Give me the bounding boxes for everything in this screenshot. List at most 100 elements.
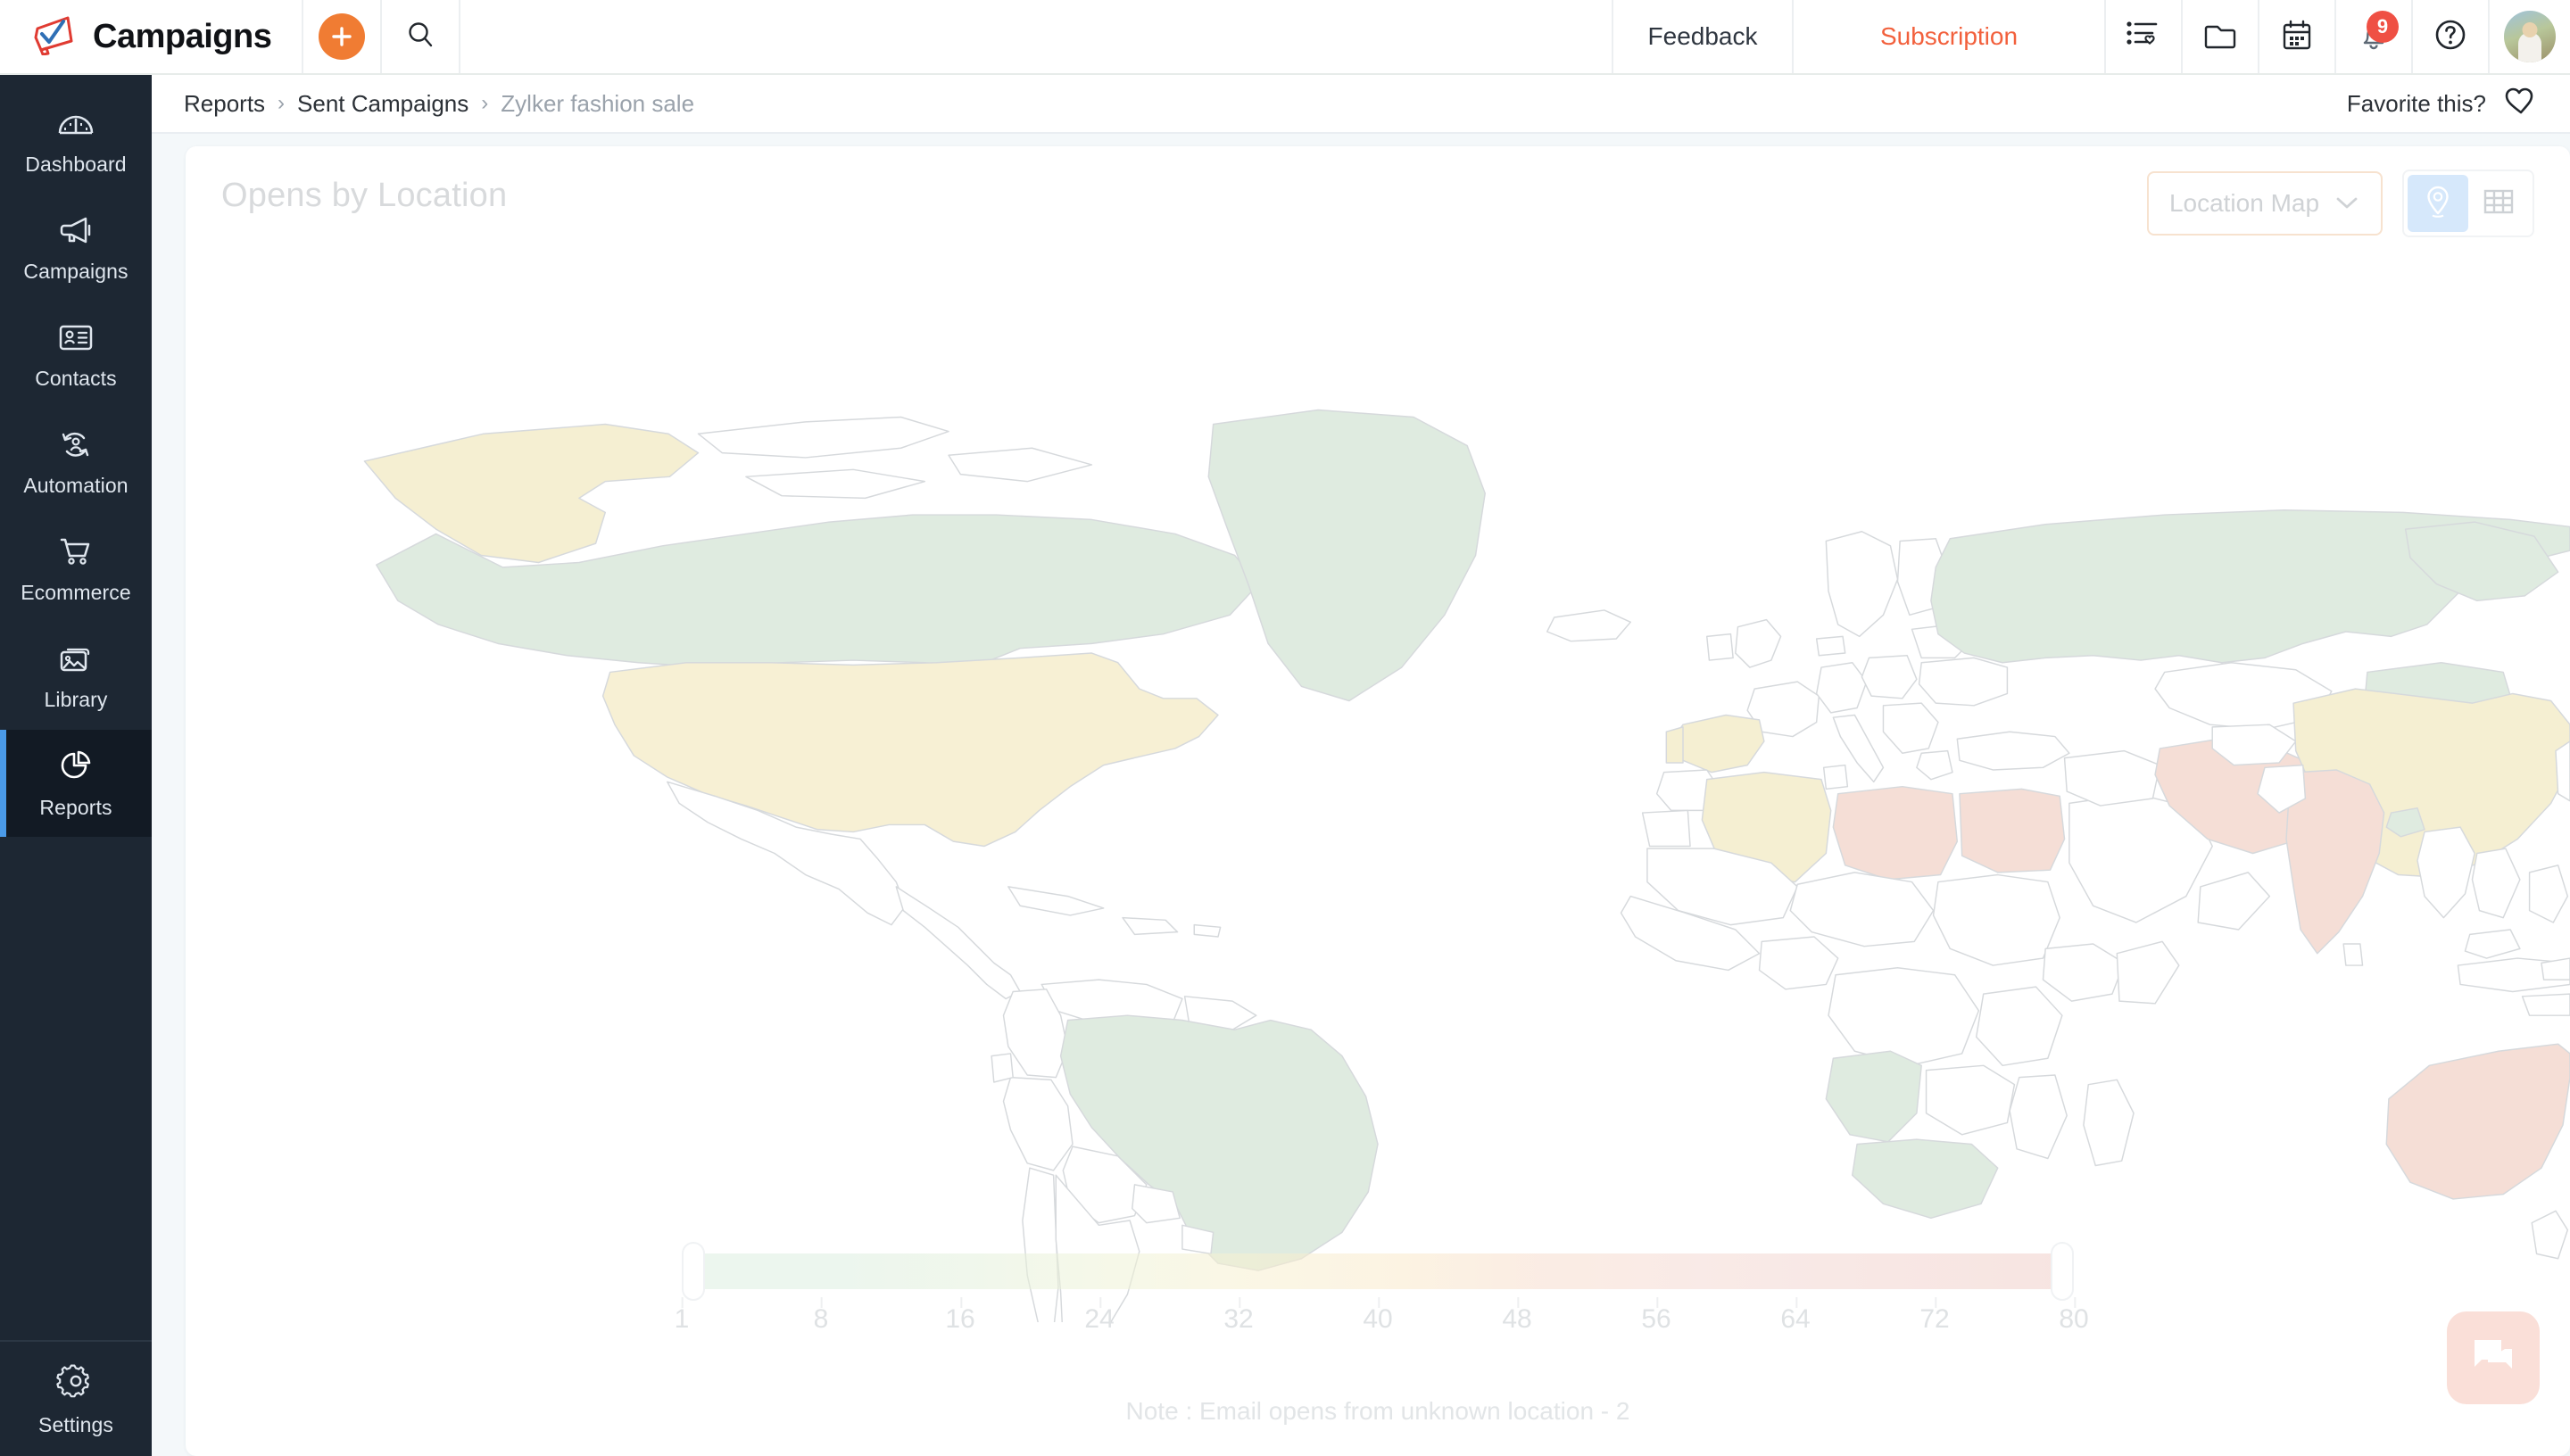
sidebar-item-dashboard[interactable]: Dashboard [0, 87, 152, 194]
region-germany [1815, 661, 1868, 714]
legend-tick-mark [1656, 1297, 1658, 1308]
breadcrumb-item-reports[interactable]: Reports [184, 90, 265, 118]
region-myanmar-thailand [2417, 826, 2475, 919]
sidebar-item-label: Reports [39, 795, 112, 819]
region-tunisia [1822, 764, 1849, 790]
feedback-link[interactable]: Feedback [1612, 0, 1792, 73]
region-spain [1670, 714, 1765, 774]
legend-tick: 72 [1919, 1297, 1950, 1335]
list-heart-icon [2126, 18, 2161, 56]
region-ecuador [991, 1053, 1014, 1083]
breadcrumb-item-current: Zylker fashion sale [501, 89, 695, 117]
region-puerto-rico [1193, 923, 1222, 938]
region-arctic-island-3 [948, 447, 1093, 483]
region-alaska [363, 423, 700, 564]
region-united-states [601, 652, 1219, 848]
avatar [2504, 11, 2556, 62]
table-view-toggle[interactable] [2468, 175, 2529, 232]
breadcrumb-separator: › [278, 91, 286, 115]
legend-gradient [705, 1253, 2051, 1289]
legend-tick-mark [1099, 1297, 1101, 1308]
region-niger-chad [1789, 872, 1935, 947]
page-title: Opens by Location [221, 177, 508, 214]
brand-title: Campaigns [93, 17, 272, 55]
sidebar-items: Dashboard Campaigns Contacts Automation … [0, 75, 152, 1340]
region-greece [1916, 749, 1953, 781]
subscription-link[interactable]: Subscription [1792, 0, 2104, 73]
legend-cap-right [2051, 1242, 2074, 1301]
region-indonesia-east [2521, 993, 2570, 1016]
list-heart-button[interactable] [2104, 0, 2181, 73]
legend-tick-mark [2074, 1297, 2076, 1308]
sidebar-item-settings[interactable]: Settings [0, 1342, 152, 1456]
favorite-label: Favorite this? [2346, 89, 2486, 117]
region-japan [2555, 740, 2570, 802]
megaphone-logo-icon [30, 14, 77, 60]
region-madagascar [2083, 1079, 2135, 1167]
favorite-this-button[interactable]: Favorite this? [2347, 86, 2570, 122]
legend-tick: 64 [1780, 1297, 1811, 1335]
legend-tick: 8 [814, 1297, 828, 1335]
sidebar-item-reports[interactable]: Reports [0, 730, 152, 837]
region-turkey [1956, 731, 2070, 771]
folder-button[interactable] [2181, 0, 2258, 73]
sidebar-item-contacts[interactable]: Contacts [0, 302, 152, 409]
legend-tick-mark [1795, 1297, 1797, 1308]
region-balkans [1882, 702, 1939, 755]
region-denmark [1815, 635, 1846, 657]
region-iraq-syria [2063, 749, 2161, 807]
sidebar-item-label: Settings [38, 1412, 113, 1436]
view-type-select[interactable]: Location Map [2147, 171, 2383, 236]
sidebar-item-library[interactable]: Library [0, 623, 152, 730]
region-kenya-tanzania [1975, 986, 2063, 1067]
legend-tick-mark [960, 1297, 962, 1308]
region-angola [1825, 1050, 1922, 1143]
sidebar-item-label: Automation [23, 473, 128, 497]
region-uk [1735, 618, 1782, 668]
map-view-toggle[interactable] [2408, 175, 2468, 232]
region-zambia-zimbabwe [1925, 1064, 2016, 1136]
chevron-down-icon [2334, 189, 2360, 218]
legend-tick: 56 [1641, 1297, 1671, 1335]
report-card: Opens by Location Location Map 1 8 16 24… [186, 146, 2570, 1456]
sidebar-item-label: Dashboard [25, 152, 127, 176]
legend-tick-mark [1239, 1297, 1240, 1308]
images-icon [55, 641, 96, 680]
chat-widget-button[interactable] [2447, 1311, 2540, 1404]
notifications-button[interactable]: 9 [2334, 0, 2411, 73]
chat-bubble-icon [2468, 1333, 2518, 1384]
location-choropleth-map[interactable] [186, 243, 2570, 1322]
notification-badge: 9 [2367, 11, 2399, 43]
map-note: Note : Email opens from unknown location… [1125, 1397, 1630, 1425]
pie-chart-icon [55, 748, 96, 788]
legend-tick: 24 [1084, 1297, 1115, 1335]
region-philippines [2528, 864, 2569, 923]
region-yemen-oman [2197, 872, 2271, 931]
region-iceland [1546, 609, 1631, 642]
region-hispaniola [1122, 916, 1179, 936]
region-somalia [2116, 940, 2180, 1005]
legend-tick: 1 [675, 1297, 689, 1335]
sidebar-item-label: Library [44, 687, 108, 711]
help-button[interactable] [2411, 0, 2488, 73]
user-menu-button[interactable] [2488, 0, 2570, 73]
plus-icon [319, 13, 365, 60]
heart-icon [2504, 86, 2538, 122]
breadcrumb-bar: Reports › Sent Campaigns › Zylker fashio… [152, 75, 2570, 134]
legend-tick-mark [682, 1297, 684, 1308]
region-drc [1828, 967, 1980, 1067]
sidebar-item-automation[interactable]: Automation [0, 409, 152, 516]
search-button[interactable] [380, 0, 459, 73]
legend-tick: 32 [1223, 1297, 1254, 1335]
calendar-button[interactable] [2258, 0, 2334, 73]
create-button[interactable] [302, 0, 380, 73]
contact-card-icon [55, 320, 96, 359]
region-greenland [1207, 409, 1486, 702]
sidebar-item-ecommerce[interactable]: Ecommerce [0, 516, 152, 623]
breadcrumb-item-sent-campaigns[interactable]: Sent Campaigns [297, 90, 468, 118]
location-pin-icon [2422, 184, 2454, 224]
brand-home-link[interactable]: Campaigns [0, 0, 302, 73]
region-australia [2385, 1043, 2570, 1200]
sidebar-item-campaigns[interactable]: Campaigns [0, 194, 152, 302]
left-sidebar: Dashboard Campaigns Contacts Automation … [0, 75, 152, 1456]
